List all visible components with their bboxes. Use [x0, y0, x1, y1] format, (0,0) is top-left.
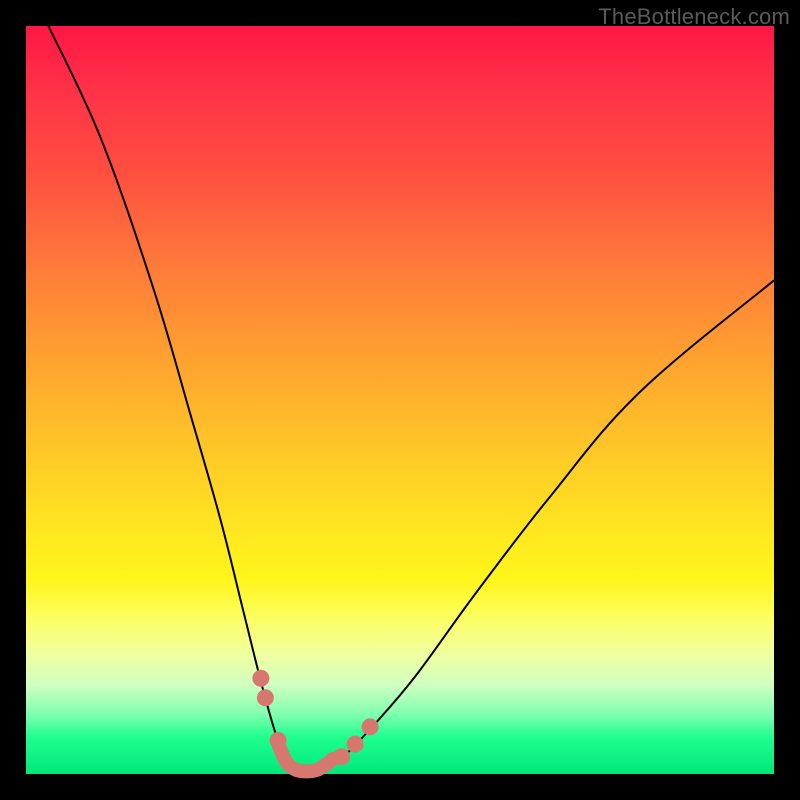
- marker-dot: [258, 690, 273, 705]
- marker-dot: [334, 749, 349, 764]
- curve-right-branch: [318, 280, 774, 771]
- chart-frame: [26, 26, 774, 774]
- marker-dot: [253, 671, 268, 686]
- curve-left-branch: [48, 26, 299, 771]
- chart-svg: [26, 26, 774, 774]
- marker-dot: [271, 733, 286, 748]
- marker-dot: [363, 719, 378, 734]
- marker-group: [253, 671, 377, 765]
- marker-trough: [279, 746, 333, 772]
- marker-dot: [348, 737, 363, 752]
- watermark-text: TheBottleneck.com: [598, 4, 790, 30]
